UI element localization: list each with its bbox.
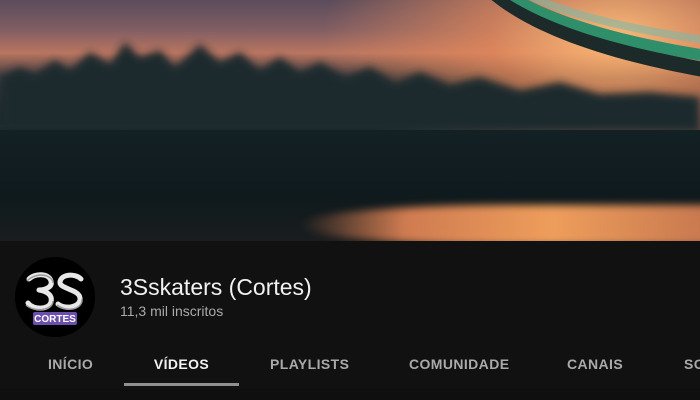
subscriber-count: 11,3 mil inscritos [120, 303, 224, 319]
channel-banner [0, 0, 700, 241]
channel-tabs: INÍCIO VÍDEOS PLAYLISTS COMUNIDADE CANAI… [0, 348, 700, 389]
tab-videos[interactable]: VÍDEOS [124, 348, 239, 389]
channel-page: CORTES 3Sskaters (Cortes) 11,3 mil inscr… [0, 0, 700, 400]
banner-skateboard [491, 0, 700, 77]
tab-playlists[interactable]: PLAYLISTS [270, 348, 349, 389]
channel-title: 3Sskaters (Cortes) [120, 274, 312, 300]
tab-sobre[interactable]: SOBRE [684, 348, 700, 389]
channel-logo-icon: CORTES [15, 257, 95, 337]
tab-canais[interactable]: CANAIS [567, 348, 623, 389]
content-area-top [0, 389, 700, 400]
channel-header: CORTES 3Sskaters (Cortes) 11,3 mil inscr… [0, 241, 700, 348]
banner-reflection [300, 205, 700, 241]
tab-inicio[interactable]: INÍCIO [48, 348, 93, 389]
avatar-logo-sub-text: CORTES [34, 314, 76, 325]
tab-comunidade[interactable]: COMUNIDADE [409, 348, 509, 389]
channel-avatar[interactable]: CORTES [15, 257, 95, 337]
